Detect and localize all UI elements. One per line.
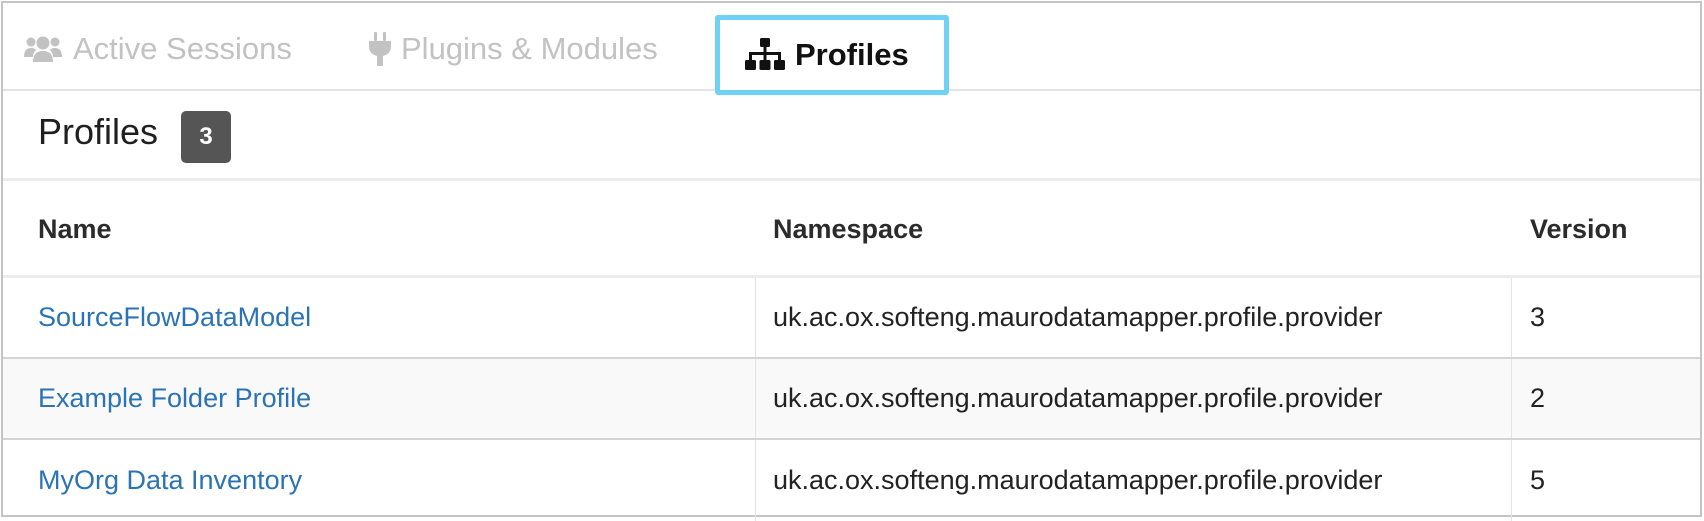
profile-namespace: uk.ac.ox.softeng.maurodatamapper.profile… xyxy=(773,465,1383,495)
plug-icon xyxy=(369,32,391,66)
column-divider xyxy=(755,440,756,521)
sitemap-icon xyxy=(745,38,785,72)
table-row: Example Folder Profile uk.ac.ox.softeng.… xyxy=(3,359,1700,440)
page-title: Profiles xyxy=(38,111,159,152)
users-icon xyxy=(23,35,63,63)
profile-namespace: uk.ac.ox.softeng.maurodatamapper.profile… xyxy=(773,383,1383,413)
profile-version: 3 xyxy=(1530,302,1546,332)
panel-header: Profiles 3 xyxy=(3,93,1700,181)
profile-namespace: uk.ac.ox.softeng.maurodatamapper.profile… xyxy=(773,302,1383,332)
tab-label: Active Sessions xyxy=(73,31,292,66)
column-divider xyxy=(755,359,756,438)
profile-version: 2 xyxy=(1530,383,1546,413)
table-row: SourceFlowDataModel uk.ac.ox.softeng.mau… xyxy=(3,278,1700,359)
profiles-table: Name Namespace Version SourceFlowDataMod… xyxy=(3,184,1700,521)
profile-name-link[interactable]: MyOrg Data Inventory xyxy=(38,440,302,521)
column-divider xyxy=(1511,278,1512,357)
tab-bar: Active Sessions Plugins & Modules Profil… xyxy=(3,3,1700,95)
table-row: MyOrg Data Inventory uk.ac.ox.softeng.ma… xyxy=(3,440,1700,521)
column-header-version[interactable]: Version xyxy=(1530,214,1628,245)
table-header: Name Namespace Version xyxy=(3,184,1700,278)
count-badge: 3 xyxy=(181,111,231,163)
tab-plugins-modules[interactable]: Plugins & Modules xyxy=(369,17,658,81)
tab-profiles[interactable]: Profiles xyxy=(715,15,949,95)
column-divider xyxy=(1511,440,1512,521)
profile-version: 5 xyxy=(1530,465,1546,495)
column-header-namespace[interactable]: Namespace xyxy=(773,214,923,245)
column-divider xyxy=(1511,359,1512,438)
column-header-name[interactable]: Name xyxy=(38,214,112,245)
profile-name-link[interactable]: SourceFlowDataModel xyxy=(38,278,311,357)
tab-active-sessions[interactable]: Active Sessions xyxy=(23,17,292,81)
tab-label: Plugins & Modules xyxy=(401,31,658,66)
tab-label: Profiles xyxy=(795,37,909,72)
profile-name-link[interactable]: Example Folder Profile xyxy=(38,359,311,438)
admin-panel: Active Sessions Plugins & Modules Profil… xyxy=(1,1,1702,521)
column-divider xyxy=(755,278,756,357)
